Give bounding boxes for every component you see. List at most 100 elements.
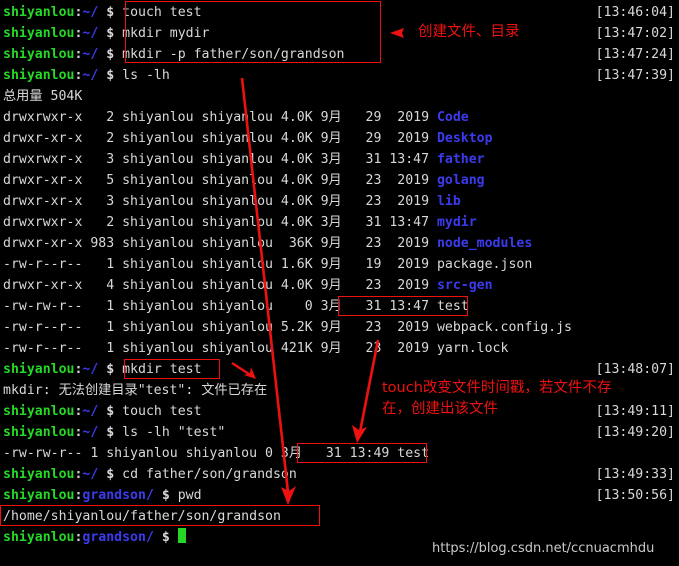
- command-text: ls -lh: [122, 68, 170, 83]
- timestamp: [13:48:07]: [595, 362, 675, 377]
- listing-row: drwxr-xr-x 5 shiyanlou shiyanlou 4.0K 9月…: [3, 170, 485, 191]
- terminal-line-prompt: shiyanlou:~/ $ mkdir test: [3, 359, 202, 380]
- listing-meta: drwxr-xr-x 4 shiyanlou shiyanlou 4.0K 9月…: [3, 278, 437, 293]
- terminal-line-prompt: shiyanlou:~/ $ cd father/son/grandson: [3, 464, 297, 485]
- listing-row: -rw-r--r-- 1 shiyanlou shiyanlou 421K 9月…: [3, 338, 508, 359]
- listing-row: drwxrwxr-x 3 shiyanlou shiyanlou 4.0K 3月…: [3, 149, 485, 170]
- terminal-line-prompt: shiyanlou:~/ $ touch test: [3, 2, 202, 23]
- prompt-user: shiyanlou: [3, 404, 75, 419]
- prompt-path: grandson/: [82, 488, 154, 503]
- command-text: mkdir mydir: [122, 26, 210, 41]
- terminal-line-prompt: shiyanlou:~/ $ ls -lh: [3, 65, 170, 86]
- terminal-line-prompt: shiyanlou:~/ $ mkdir mydir: [3, 23, 209, 44]
- prompt-dollar: $: [153, 488, 178, 503]
- terminal-line-prompt: shiyanlou:~/ $ touch test: [3, 401, 202, 422]
- terminal-line-error: mkdir: 无法创建目录"test": 文件已存在: [3, 383, 268, 398]
- terminal-line-prompt: shiyanlou:~/ $ ls -lh "test": [3, 422, 225, 443]
- terminal-window[interactable]: shiyanlou:~/ $ touch test [13:46:04] shi…: [0, 0, 679, 566]
- timestamp: [13:49:33]: [595, 467, 675, 482]
- prompt-path: ~/: [82, 5, 99, 20]
- prompt-path: ~/: [82, 404, 99, 419]
- timestamp: [13:47:39]: [595, 68, 675, 83]
- listing-date-name-test: 3月 31 13:47 test: [320, 299, 469, 314]
- prompt-path: ~/: [82, 362, 99, 377]
- listing-name: father: [436, 152, 485, 167]
- listing-meta: -rw-r--r-- 1 shiyanlou shiyanlou 5.2K 9月…: [3, 320, 437, 335]
- prompt-user: shiyanlou: [3, 5, 75, 20]
- command-text: pwd: [177, 488, 202, 503]
- prompt-path: ~/: [82, 425, 99, 440]
- listing-meta: drwxrwxr-x 2 shiyanlou shiyanlou 4.0K 3月…: [3, 215, 437, 230]
- prompt-dollar: $: [98, 68, 123, 83]
- listing-name: webpack.config.js: [436, 320, 572, 335]
- prompt-dollar: $: [98, 5, 123, 20]
- prompt-user: shiyanlou: [3, 530, 75, 545]
- listing-meta: -rw-rw-r-- 1 shiyanlou shiyanlou 0: [3, 299, 321, 314]
- listing-row-test-after-touch: -rw-rw-r-- 1 shiyanlou shiyanlou 0 3月 31…: [3, 443, 429, 464]
- listing-name: Code: [436, 110, 469, 125]
- listing-name: lib: [436, 194, 461, 209]
- command-text: cd father/son/grandson: [122, 467, 297, 482]
- prompt-path: ~/: [82, 467, 99, 482]
- listing-name: src-gen: [436, 278, 493, 293]
- prompt-dollar: $: [98, 47, 123, 62]
- timestamp: [13:49:11]: [595, 404, 675, 419]
- listing-meta: drwxr-xr-x 2 shiyanlou shiyanlou 4.0K 9月…: [3, 131, 437, 146]
- watermark-url: https://blog.csdn.net/ccnuacmhdu: [432, 541, 655, 556]
- arrow-left-to-command-box: [390, 28, 404, 38]
- timestamp: [13:50:56]: [595, 488, 675, 503]
- listing-meta: -rw-r--r-- 1 shiyanlou shiyanlou 1.6K 9月…: [3, 257, 437, 272]
- listing-meta: -rw-rw-r-- 1 shiyanlou shiyanlou 0: [3, 446, 281, 461]
- prompt-user: shiyanlou: [3, 425, 75, 440]
- terminal-line-total: 总用量 504K: [3, 89, 83, 104]
- prompt-dollar: $: [153, 530, 178, 545]
- listing-row-test: -rw-rw-r-- 1 shiyanlou shiyanlou 0 3月 31…: [3, 296, 469, 317]
- annotation-label-create-file-dir: 创建文件、目录: [418, 24, 520, 40]
- listing-name: Desktop: [436, 131, 493, 146]
- prompt-path: ~/: [82, 47, 99, 62]
- listing-date-name-test2: 3月 31 13:49 test: [280, 446, 430, 461]
- listing-row: drwxr-xr-x 983 shiyanlou shiyanlou 36K 9…: [3, 233, 532, 254]
- listing-meta: drwxrwxr-x 2 shiyanlou shiyanlou 4.0K 9月…: [3, 110, 437, 125]
- prompt-dollar: $: [98, 362, 123, 377]
- listing-row: drwxrwxr-x 2 shiyanlou shiyanlou 4.0K 9月…: [3, 107, 469, 128]
- prompt-dollar: $: [98, 26, 123, 41]
- listing-row: drwxr-xr-x 4 shiyanlou shiyanlou 4.0K 9月…: [3, 275, 493, 296]
- listing-row: drwxr-xr-x 3 shiyanlou shiyanlou 4.0K 9月…: [3, 191, 461, 212]
- timestamp: [13:47:02]: [595, 26, 675, 41]
- prompt-path: ~/: [82, 26, 99, 41]
- prompt-user: shiyanlou: [3, 362, 75, 377]
- listing-meta: drwxr-xr-x 3 shiyanlou shiyanlou 4.0K 9月…: [3, 194, 437, 209]
- prompt-user: shiyanlou: [3, 26, 75, 41]
- prompt-user: shiyanlou: [3, 47, 75, 62]
- listing-row: -rw-r--r-- 1 shiyanlou shiyanlou 1.6K 9月…: [3, 254, 532, 275]
- terminal-line-pwd-output: /home/shiyanlou/father/son/grandson: [3, 509, 281, 524]
- listing-name: mydir: [436, 215, 477, 230]
- prompt-dollar: $: [98, 425, 123, 440]
- listing-meta: -rw-r--r-- 1 shiyanlou shiyanlou 421K 9月…: [3, 341, 437, 356]
- annotation-label-touch-desc-line2: 在，创建出该文件: [382, 401, 498, 417]
- listing-name: golang: [436, 173, 485, 188]
- timestamp: [13:49:20]: [595, 425, 675, 440]
- text-cursor[interactable]: [177, 528, 186, 543]
- timestamp: [13:46:04]: [595, 5, 675, 20]
- timestamp: [13:47:24]: [595, 47, 675, 62]
- prompt-user: shiyanlou: [3, 68, 75, 83]
- listing-row: drwxr-xr-x 2 shiyanlou shiyanlou 4.0K 9月…: [3, 128, 493, 149]
- prompt-dollar: $: [98, 404, 123, 419]
- listing-meta: drwxrwxr-x 3 shiyanlou shiyanlou 4.0K 3月…: [3, 152, 437, 167]
- prompt-user: shiyanlou: [3, 488, 75, 503]
- prompt-path: ~/: [82, 68, 99, 83]
- terminal-line-prompt: shiyanlou:grandson/ $ pwd: [3, 485, 202, 506]
- listing-meta: drwxr-xr-x 5 shiyanlou shiyanlou 4.0K 9月…: [3, 173, 437, 188]
- listing-row: -rw-r--r-- 1 shiyanlou shiyanlou 5.2K 9月…: [3, 317, 572, 338]
- terminal-line-active-prompt[interactable]: shiyanlou:grandson/ $: [3, 527, 186, 548]
- command-text: ls -lh "test": [122, 425, 226, 440]
- command-text: mkdir test: [122, 362, 202, 377]
- listing-name: yarn.lock: [436, 341, 509, 356]
- arrow-mkdir-test-to-error: [231, 361, 256, 379]
- listing-row: drwxrwxr-x 2 shiyanlou shiyanlou 4.0K 3月…: [3, 212, 477, 233]
- listing-name: package.json: [436, 257, 533, 272]
- prompt-path: grandson/: [82, 530, 154, 545]
- prompt-user: shiyanlou: [3, 467, 75, 482]
